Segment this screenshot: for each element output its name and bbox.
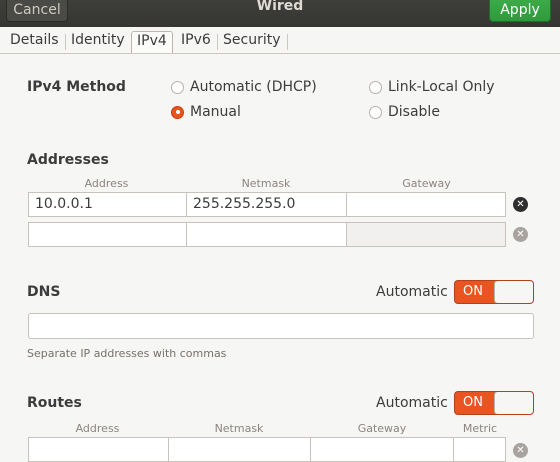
clear-icon[interactable]: ✕ [513, 443, 528, 458]
netmask-input-1[interactable]: 255.255.255.0 [186, 192, 347, 217]
toggle-on-label: ON [463, 284, 483, 299]
apply-button[interactable]: Apply [489, 0, 551, 22]
column-header-metric: Metric [462, 422, 498, 435]
column-header-gateway: Gateway [357, 422, 407, 435]
ipv4-page: IPv4 Method Automatic (DHCP) Link-Local … [0, 55, 560, 462]
routes-title: Routes [27, 395, 82, 411]
radio-label: Disable [388, 104, 440, 120]
tab-identity[interactable]: Identity [66, 31, 132, 53]
toggle-knob [494, 281, 533, 303]
tab-security[interactable]: Security [218, 31, 287, 53]
gateway-input-1[interactable] [346, 192, 506, 217]
dns-automatic-label: Automatic [376, 284, 448, 300]
column-header-address: Address [84, 177, 129, 190]
toggle-on-label: ON [463, 395, 483, 410]
radio-label: Automatic (DHCP) [190, 79, 317, 95]
address-input-1[interactable]: 10.0.0.1 [28, 192, 187, 217]
column-header-netmask: Netmask [214, 422, 264, 435]
column-header-address: Address [75, 422, 120, 435]
clear-icon[interactable]: ✕ [513, 197, 528, 212]
radio-indicator [171, 80, 184, 94]
radio-indicator [369, 105, 382, 119]
column-header-netmask: Netmask [241, 177, 291, 190]
column-header-gateway: Gateway [402, 177, 451, 190]
gateway-input-2[interactable] [346, 222, 506, 247]
tab-ipv6[interactable]: IPv6 [176, 31, 218, 53]
radio-indicator-checked [171, 105, 184, 119]
dns-hint: Separate IP addresses with commas [27, 347, 227, 360]
addresses-title: Addresses [27, 152, 109, 168]
radio-automatic-dhcp[interactable]: Automatic (DHCP) [171, 79, 317, 95]
tab-ipv4[interactable]: IPv4 [131, 31, 173, 53]
route-address-input[interactable] [28, 437, 169, 462]
radio-indicator [369, 80, 382, 94]
tab-bar: Details Identity IPv4 IPv6 Security [0, 27, 560, 54]
radio-manual[interactable]: Manual [171, 104, 241, 120]
address-input-2[interactable] [28, 222, 187, 247]
routes-automatic-toggle[interactable]: ON [454, 391, 534, 415]
dns-title: DNS [27, 284, 61, 300]
dns-automatic-toggle[interactable]: ON [454, 280, 534, 304]
clear-icon[interactable]: ✕ [513, 227, 528, 242]
route-netmask-input[interactable] [168, 437, 311, 462]
dns-servers-input[interactable] [28, 313, 534, 339]
tab-details[interactable]: Details [5, 31, 66, 53]
route-metric-input[interactable] [453, 437, 506, 462]
ipv4-method-label: IPv4 Method [27, 79, 126, 95]
window-title: Wired [256, 0, 304, 14]
radio-label: Link-Local Only [388, 79, 495, 95]
radio-disable[interactable]: Disable [369, 104, 440, 120]
routes-automatic-label: Automatic [376, 395, 448, 411]
route-gateway-input[interactable] [310, 437, 454, 462]
header-bar: Cancel Wired Apply [0, 0, 560, 27]
radio-link-local-only[interactable]: Link-Local Only [369, 79, 495, 95]
netmask-input-2[interactable] [186, 222, 347, 247]
radio-label: Manual [190, 104, 241, 120]
toggle-knob [494, 392, 533, 414]
